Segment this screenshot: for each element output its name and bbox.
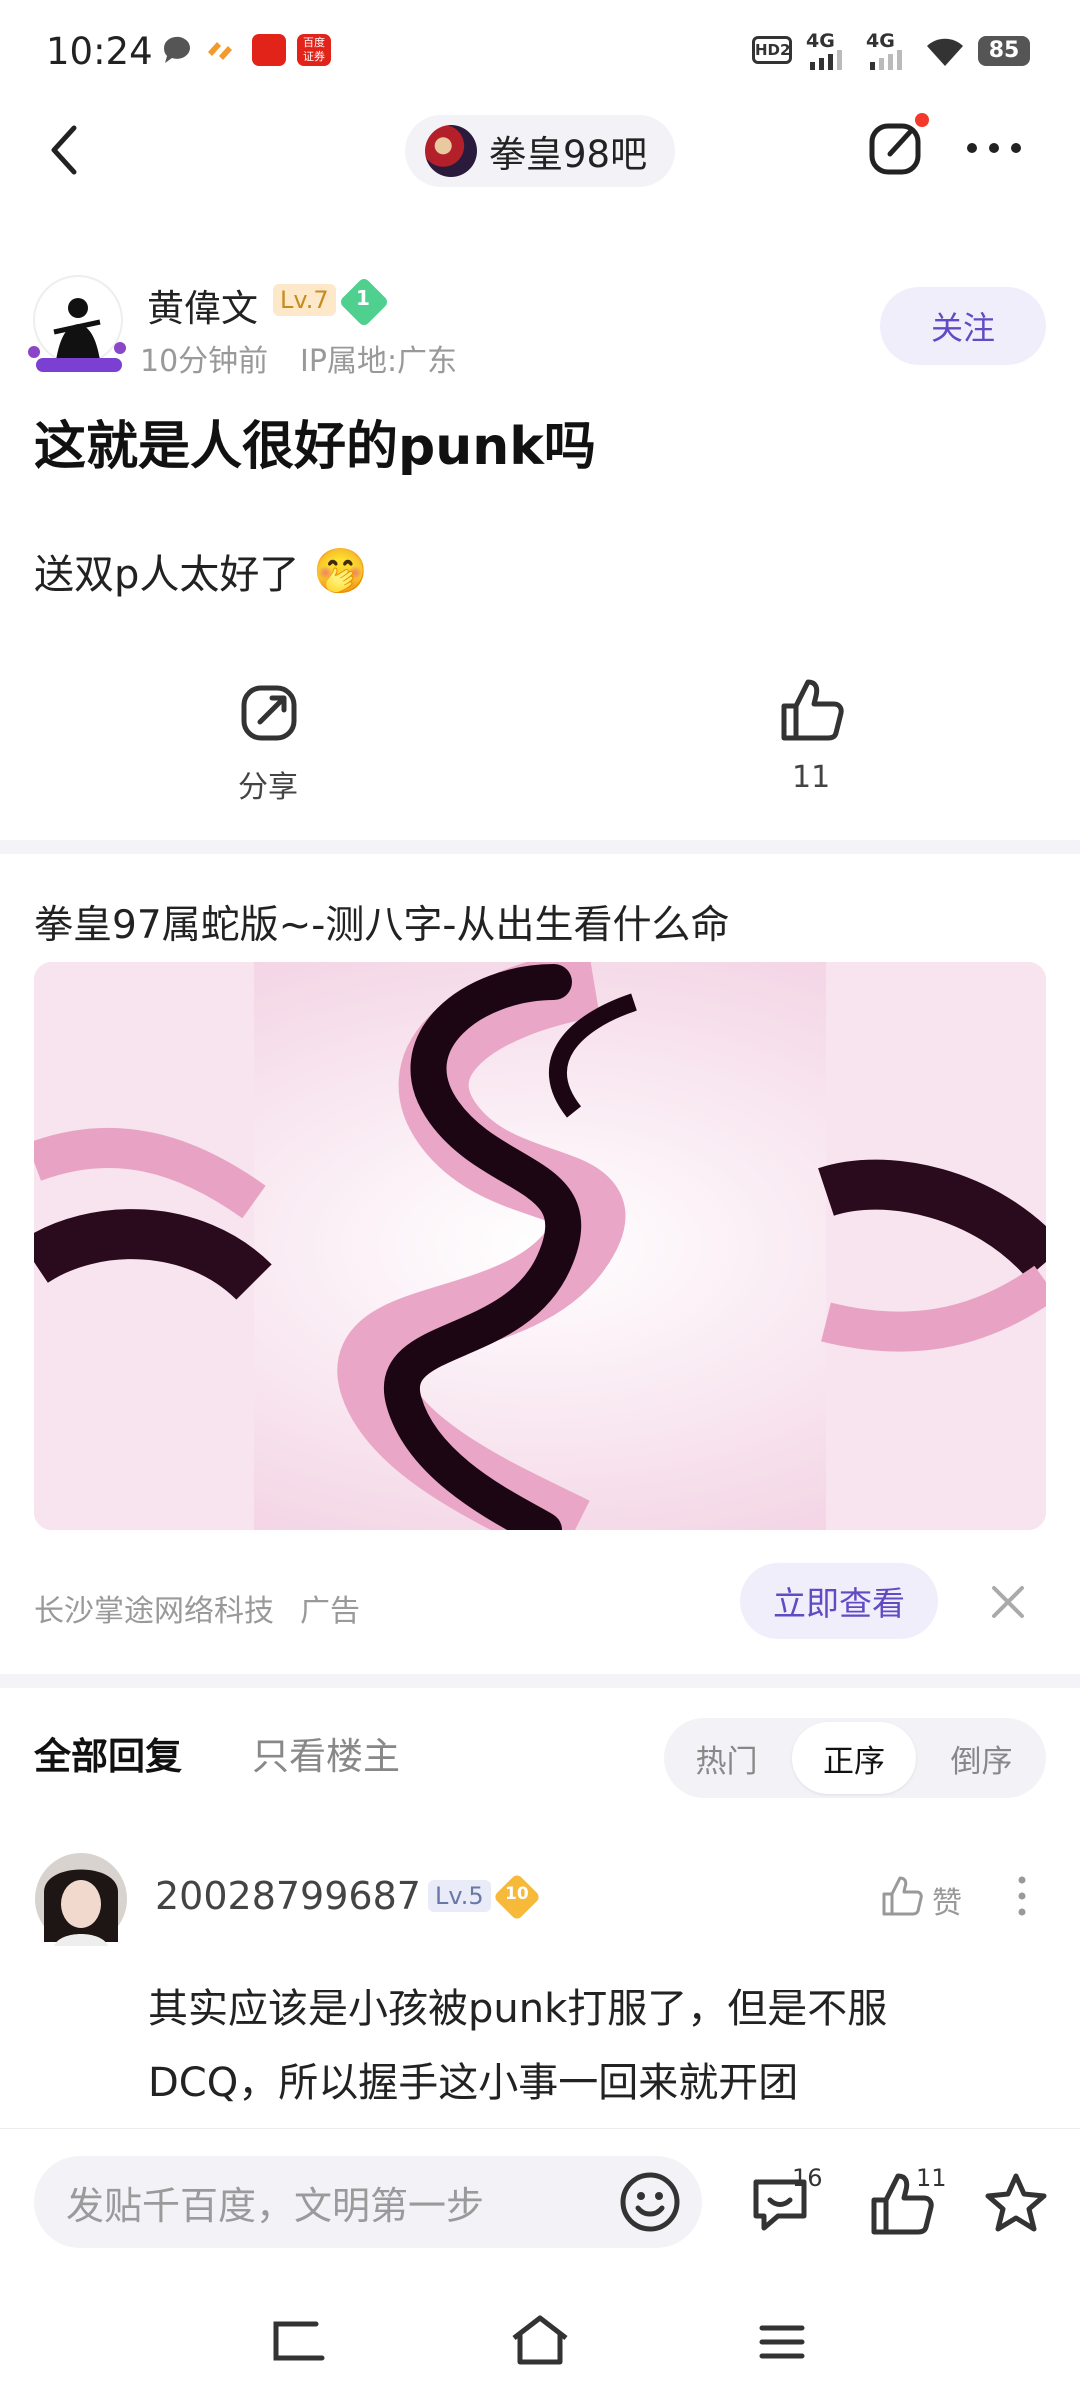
reply-more-icon[interactable] bbox=[1014, 1874, 1030, 1918]
system-back-icon[interactable] bbox=[272, 2318, 326, 2364]
network-label-2: 4G bbox=[866, 30, 895, 52]
edit-post-icon[interactable] bbox=[864, 110, 934, 182]
comment-count-badge: 16 bbox=[792, 2164, 823, 2192]
reply-avatar[interactable] bbox=[34, 1852, 128, 1946]
ad-cta-button[interactable]: 立即查看 bbox=[740, 1563, 938, 1639]
reply-text: 其实应该是小孩被punk打服了，但是不服 DCQ，所以握手这小事一回来就开团 bbox=[148, 1972, 887, 2120]
wifi-icon bbox=[927, 38, 963, 66]
ad-label: 广告 bbox=[300, 1594, 360, 1629]
status-bar: 10:24 百度 证券 HD2 4G 4G 85 bbox=[0, 0, 1080, 100]
reply-input-placeholder: 发贴千百度，文明第一步 bbox=[66, 2183, 485, 2228]
sort-segmented-control: 热门 正序 倒序 bbox=[664, 1718, 1046, 1798]
post-title: 这就是人很好的punk吗 bbox=[34, 417, 596, 477]
signal-icon-2 bbox=[870, 50, 902, 70]
post-ip-location: IP属地:广东 bbox=[300, 344, 458, 379]
separator bbox=[0, 1674, 1080, 1688]
hd-icon: HD2 bbox=[752, 36, 792, 64]
ad-image[interactable] bbox=[34, 962, 1046, 1530]
emoji-icon[interactable] bbox=[618, 2170, 682, 2234]
back-icon[interactable] bbox=[44, 120, 84, 180]
message-icon bbox=[163, 36, 190, 63]
news-app-icon bbox=[252, 34, 286, 66]
reply-input[interactable]: 发贴千百度，文明第一步 bbox=[34, 2156, 702, 2248]
diamond-badge-number: 1 bbox=[356, 286, 370, 310]
post-like-count: 11 bbox=[792, 760, 831, 795]
securities-app-icon: 百度 证券 bbox=[297, 34, 331, 66]
system-home-icon[interactable] bbox=[508, 2314, 572, 2366]
reply-like-label[interactable]: 赞 bbox=[932, 1878, 962, 1922]
reply-text-line-2: DCQ，所以握手这小事一回来就开团 bbox=[148, 2060, 799, 2106]
forum-avatar bbox=[425, 125, 477, 177]
more-icon[interactable] bbox=[964, 138, 1024, 158]
sort-ascending[interactable]: 正序 bbox=[792, 1722, 916, 1794]
system-navigation-bar bbox=[0, 2280, 1080, 2400]
tab-all-replies[interactable]: 全部回复 bbox=[34, 1726, 182, 1780]
post-body: 送双p人太好了 🤭 bbox=[34, 542, 368, 600]
ad-title[interactable]: 拳皇97属蛇版~-测八字-从出生看什么命 bbox=[34, 894, 729, 950]
like-count-badge: 11 bbox=[916, 2164, 947, 2192]
thumbs-up-icon[interactable] bbox=[778, 676, 846, 744]
tab-owner-only[interactable]: 只看楼主 bbox=[252, 1726, 400, 1780]
app-notification-icon bbox=[208, 42, 232, 60]
author-name[interactable]: 黄偉文 bbox=[147, 278, 258, 332]
separator bbox=[0, 840, 1080, 854]
reply-like-icon[interactable] bbox=[880, 1874, 924, 1918]
post-body-text: 送双p人太好了 bbox=[34, 552, 300, 598]
forum-pill[interactable]: 拳皇98吧 bbox=[405, 115, 675, 187]
reply-level-badge: Lv.5 bbox=[428, 1880, 491, 1912]
signal-icon-1 bbox=[810, 50, 842, 70]
battery-icon: 85 bbox=[978, 36, 1030, 66]
advertiser-name: 长沙掌途网络科技 bbox=[34, 1594, 274, 1629]
sort-hot[interactable]: 热门 bbox=[664, 1718, 789, 1798]
system-menu-icon[interactable] bbox=[758, 2322, 806, 2362]
author-avatar[interactable] bbox=[26, 274, 132, 374]
author-level-badge: Lv.7 bbox=[273, 284, 336, 316]
status-time: 10:24 bbox=[46, 30, 153, 73]
favorite-star-icon[interactable] bbox=[982, 2170, 1050, 2236]
share-icon[interactable] bbox=[238, 680, 302, 744]
reply-text-line-1: 其实应该是小孩被punk打服了，但是不服 bbox=[148, 1986, 888, 2032]
reply-badge-number: 10 bbox=[505, 1884, 529, 1904]
share-label[interactable]: 分享 bbox=[238, 762, 298, 806]
sort-descending[interactable]: 倒序 bbox=[919, 1718, 1044, 1798]
close-icon[interactable] bbox=[988, 1582, 1028, 1622]
shy-emoji-icon: 🤭 bbox=[313, 546, 369, 597]
follow-button[interactable]: 关注 bbox=[880, 287, 1046, 365]
reply-username[interactable]: 20028799687 bbox=[155, 1874, 421, 1918]
post-time: 10分钟前 bbox=[140, 344, 269, 379]
network-label-1: 4G bbox=[806, 30, 835, 52]
forum-name: 拳皇98吧 bbox=[489, 133, 648, 176]
